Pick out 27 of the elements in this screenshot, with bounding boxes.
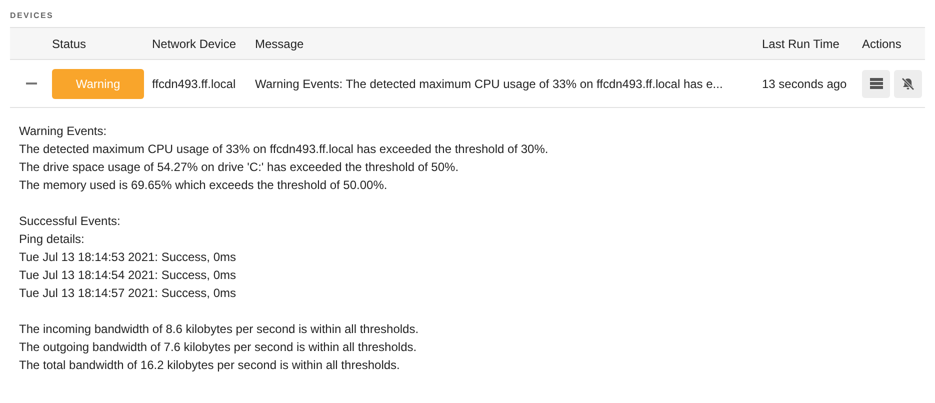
list-icon: [870, 78, 882, 89]
detail-line: Tue Jul 13 18:14:53 2021: Success, 0ms: [19, 249, 238, 266]
bell-slash-icon: [901, 76, 915, 90]
column-header: Last Run Time: [762, 36, 840, 50]
column-header: Status: [52, 36, 86, 50]
table-cell: ffcdn493.ff.local: [152, 76, 236, 90]
detail-line: The drive space usage of 54.27% on drive 'C:' has exceeded the threshold of 50%.: [19, 159, 460, 176]
column-header: Message: [255, 36, 304, 50]
section-title: DEVICES: [10, 10, 55, 22]
detail-line: The detected maximum CPU usage of 33% on ffcdn493.ff.local has exceeded the threshold of 30%.: [19, 141, 550, 158]
column-header: Actions: [862, 36, 902, 50]
details-button[interactable]: [862, 70, 890, 98]
mute-button[interactable]: [894, 70, 922, 98]
detail-line: Ping details:: [19, 231, 86, 248]
column-header: Network Device: [152, 36, 236, 50]
detail-line: Successful Events:: [19, 213, 122, 230]
detail-line: Tue Jul 13 18:14:57 2021: Success, 0ms: [19, 285, 238, 302]
detail-line: The memory used is 69.65% which exceeds the threshold of 50.00%.: [19, 177, 388, 194]
detail-line: The incoming bandwidth of 8.6 kilobytes per second is within all thresholds.: [19, 321, 420, 338]
status-badge: Warning: [52, 68, 144, 98]
detail-line: Tue Jul 13 18:14:54 2021: Success, 0ms: [19, 267, 238, 284]
detail-line: The outgoing bandwidth of 7.6 kilobytes per second is within all thresholds.: [19, 339, 418, 356]
table-cell: Warning Events: The detected maximum CPU usage of 33% on ffcdn493.ff.local has e...: [255, 76, 723, 90]
detail-line: Warning Events:: [19, 123, 108, 140]
detail-line: The total bandwidth of 16.2 kilobytes per second is within all thresholds.: [19, 357, 401, 374]
table-cell: 13 seconds ago: [762, 76, 847, 90]
minus-icon: [26, 82, 36, 85]
